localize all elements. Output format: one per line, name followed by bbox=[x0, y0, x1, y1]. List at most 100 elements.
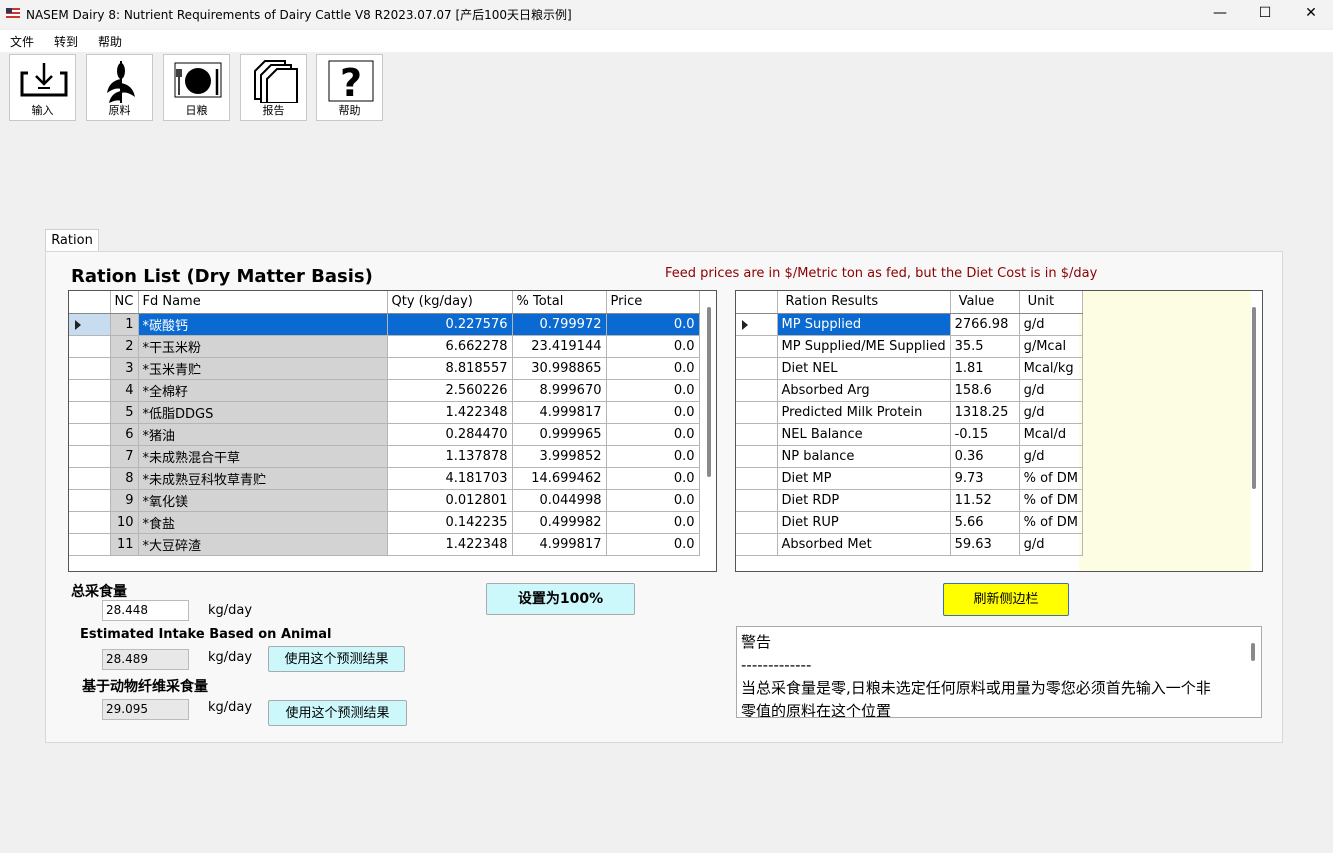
cell-result-name[interactable]: Diet RDP bbox=[777, 489, 951, 512]
cell-result-name[interactable]: MP Supplied/ME Supplied bbox=[777, 335, 951, 358]
cell-result-name[interactable]: Absorbed Met bbox=[777, 533, 951, 556]
cell-price[interactable]: 0.0 bbox=[606, 511, 700, 534]
cell-name[interactable]: *猪油 bbox=[138, 423, 388, 446]
cell-name[interactable]: *玉米青贮 bbox=[138, 357, 388, 380]
cell-result-unit[interactable]: g/d bbox=[1019, 313, 1083, 336]
cell-result-unit[interactable]: g/d bbox=[1019, 445, 1083, 468]
row-header[interactable] bbox=[736, 313, 778, 336]
cell-pct[interactable]: 0.044998 bbox=[512, 489, 607, 512]
cell-no[interactable]: 4 bbox=[110, 379, 139, 402]
result-row[interactable]: MP Supplied 2766.98 g/d bbox=[736, 313, 1083, 336]
row-header[interactable] bbox=[69, 335, 111, 358]
row-header[interactable] bbox=[69, 533, 111, 556]
cell-result-value[interactable]: 1318.25 bbox=[950, 401, 1020, 424]
row-header[interactable] bbox=[69, 313, 111, 336]
cell-price[interactable]: 0.0 bbox=[606, 489, 700, 512]
ration-row[interactable]: 9 *氧化镁 0.012801 0.044998 0.0 bbox=[69, 489, 700, 512]
cell-result-value[interactable]: 11.52 bbox=[950, 489, 1020, 512]
total-intake-field[interactable]: 28.448 bbox=[102, 600, 189, 621]
ration-grid-scrollbar[interactable] bbox=[707, 307, 711, 477]
result-row[interactable]: MP Supplied/ME Supplied 35.5 g/Mcal bbox=[736, 335, 1083, 358]
ration-row[interactable]: 6 *猪油 0.284470 0.999965 0.0 bbox=[69, 423, 700, 446]
cell-qty[interactable]: 0.012801 bbox=[387, 489, 513, 512]
ration-row[interactable]: 5 *低脂DDGS 1.422348 4.999817 0.0 bbox=[69, 401, 700, 424]
cell-qty[interactable]: 0.142235 bbox=[387, 511, 513, 534]
cell-no[interactable]: 6 bbox=[110, 423, 139, 446]
row-header[interactable] bbox=[69, 423, 111, 446]
cell-no[interactable]: 11 bbox=[110, 533, 139, 556]
cell-price[interactable]: 0.0 bbox=[606, 357, 700, 380]
cell-result-name[interactable]: NEL Balance bbox=[777, 423, 951, 446]
result-row[interactable]: Diet NEL 1.81 Mcal/kg bbox=[736, 357, 1083, 380]
column-header-pct[interactable]: % Total bbox=[512, 291, 607, 314]
cell-result-unit[interactable]: % of DM bbox=[1019, 467, 1083, 490]
cell-result-unit[interactable]: % of DM bbox=[1019, 511, 1083, 534]
result-row[interactable]: NEL Balance -0.15 Mcal/d bbox=[736, 423, 1083, 446]
cell-price[interactable]: 0.0 bbox=[606, 467, 700, 490]
set-100-percent-button[interactable]: 设置为100% bbox=[486, 583, 635, 615]
warning-scrollbar[interactable] bbox=[1251, 643, 1255, 661]
cell-result-unit[interactable]: Mcal/kg bbox=[1019, 357, 1083, 380]
row-header[interactable] bbox=[69, 379, 111, 402]
ration-row[interactable]: 3 *玉米青贮 8.818557 30.998865 0.0 bbox=[69, 357, 700, 380]
cell-qty[interactable]: 6.662278 bbox=[387, 335, 513, 358]
cell-pct[interactable]: 8.999670 bbox=[512, 379, 607, 402]
cell-result-name[interactable]: MP Supplied bbox=[777, 313, 951, 336]
cell-qty[interactable]: 8.818557 bbox=[387, 357, 513, 380]
cell-result-value[interactable]: 1.81 bbox=[950, 357, 1020, 380]
cell-pct[interactable]: 0.499982 bbox=[512, 511, 607, 534]
cell-name[interactable]: *氧化镁 bbox=[138, 489, 388, 512]
row-header[interactable] bbox=[69, 445, 111, 468]
cell-result-unit[interactable]: g/Mcal bbox=[1019, 335, 1083, 358]
cell-pct[interactable]: 23.419144 bbox=[512, 335, 607, 358]
report-button[interactable]: 报告 bbox=[240, 54, 307, 121]
row-header[interactable] bbox=[736, 401, 778, 424]
cell-qty[interactable]: 1.422348 bbox=[387, 401, 513, 424]
row-header[interactable] bbox=[736, 445, 778, 468]
cell-pct[interactable]: 4.999817 bbox=[512, 533, 607, 556]
cell-name[interactable]: *低脂DDGS bbox=[138, 401, 388, 424]
cell-result-unit[interactable]: g/d bbox=[1019, 401, 1083, 424]
result-row[interactable]: Absorbed Met 59.63 g/d bbox=[736, 533, 1083, 556]
result-row[interactable]: Diet RUP 5.66% of DM bbox=[736, 511, 1083, 534]
help-button[interactable]: ? 帮助 bbox=[316, 54, 383, 121]
column-header-value[interactable]: Value bbox=[950, 291, 1020, 314]
cell-pct[interactable]: 3.999852 bbox=[512, 445, 607, 468]
feeds-button[interactable]: 原料 bbox=[86, 54, 153, 121]
ration-row[interactable]: 11 *大豆碎渣 1.422348 4.999817 0.0 bbox=[69, 533, 700, 556]
cell-qty[interactable]: 0.227576 bbox=[387, 313, 513, 336]
maximize-button[interactable]: ☐ bbox=[1242, 0, 1288, 28]
result-row[interactable]: NP balance 0.36 g/d bbox=[736, 445, 1083, 468]
cell-price[interactable]: 0.0 bbox=[606, 423, 700, 446]
column-header-name[interactable]: Fd Name bbox=[138, 291, 388, 314]
row-header[interactable] bbox=[736, 379, 778, 402]
result-row[interactable]: Absorbed Arg 158.6 g/d bbox=[736, 379, 1083, 402]
cell-qty[interactable]: 4.181703 bbox=[387, 467, 513, 490]
cell-price[interactable]: 0.0 bbox=[606, 401, 700, 424]
ration-row[interactable]: 2 *干玉米粉 6.662278 23.419144 0.0 bbox=[69, 335, 700, 358]
refresh-sidebar-button[interactable]: 刷新侧边栏 bbox=[943, 583, 1069, 616]
cell-pct[interactable]: 4.999817 bbox=[512, 401, 607, 424]
cell-pct[interactable]: 30.998865 bbox=[512, 357, 607, 380]
cell-result-value[interactable]: 35.5 bbox=[950, 335, 1020, 358]
cell-no[interactable]: 7 bbox=[110, 445, 139, 468]
row-header[interactable] bbox=[736, 423, 778, 446]
row-header[interactable] bbox=[736, 511, 778, 534]
cell-name[interactable]: *全棉籽 bbox=[138, 379, 388, 402]
row-header[interactable] bbox=[69, 511, 111, 534]
column-header-no[interactable]: NC bbox=[110, 291, 139, 314]
column-header-price[interactable]: Price bbox=[606, 291, 700, 314]
cell-price[interactable]: 0.0 bbox=[606, 533, 700, 556]
cell-pct[interactable]: 0.799972 bbox=[512, 313, 607, 336]
cell-result-value[interactable]: 9.73 bbox=[950, 467, 1020, 490]
cell-qty[interactable]: 1.422348 bbox=[387, 533, 513, 556]
cell-name[interactable]: *大豆碎渣 bbox=[138, 533, 388, 556]
cell-result-value[interactable]: 2766.98 bbox=[950, 313, 1020, 336]
cell-result-unit[interactable]: % of DM bbox=[1019, 489, 1083, 512]
cell-result-value[interactable]: 59.63 bbox=[950, 533, 1020, 556]
menu-goto[interactable]: 转到 bbox=[54, 33, 78, 50]
cell-name[interactable]: *碳酸钙 bbox=[138, 313, 388, 336]
minimize-button[interactable]: — bbox=[1197, 0, 1243, 28]
row-header[interactable] bbox=[736, 357, 778, 380]
cell-result-name[interactable]: Diet RUP bbox=[777, 511, 951, 534]
